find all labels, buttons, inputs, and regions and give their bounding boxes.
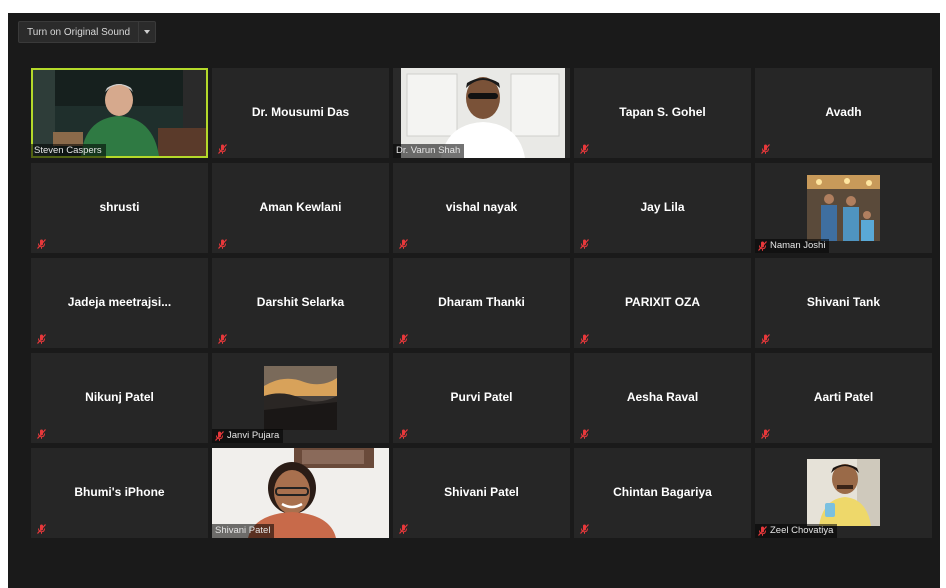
participant-tile[interactable]: Aman Kewlani: [212, 163, 389, 253]
participant-name: vishal nayak: [445, 200, 518, 214]
participant-name: Tapan S. Gohel: [619, 105, 706, 119]
muted-microphone-icon: [218, 334, 227, 344]
participant-tile[interactable]: Steven Caspers: [31, 68, 208, 158]
muted-microphone-icon: [37, 239, 46, 249]
participant-name: Darshit Selarka: [256, 295, 345, 309]
participant-tile[interactable]: Shivani Tank: [755, 258, 932, 348]
participant-name: shrusti: [99, 200, 140, 214]
participant-tile[interactable]: Nikunj Patel: [31, 353, 208, 443]
muted-microphone-icon: [761, 144, 770, 154]
participant-tile[interactable]: Tapan S. Gohel: [574, 68, 751, 158]
muted-microphone-icon: [580, 239, 589, 249]
muted-microphone-icon: [399, 334, 408, 344]
participant-tile[interactable]: Naman Joshi: [755, 163, 932, 253]
participant-tile[interactable]: Aarti Patel: [755, 353, 932, 443]
participant-tile[interactable]: Dr. Mousumi Das: [212, 68, 389, 158]
participant-name: Steven Caspers: [34, 145, 102, 156]
participant-name: Avadh: [825, 105, 862, 119]
participant-name: Purvi Patel: [450, 390, 513, 404]
participant-tile[interactable]: Zeel Chovatiya: [755, 448, 932, 538]
muted-microphone-icon: [758, 526, 767, 536]
participant-name-label: Steven Caspers: [31, 144, 106, 158]
participant-tile[interactable]: Bhumi's iPhone: [31, 448, 208, 538]
participant-name-label: Dr. Varun Shah: [393, 144, 465, 158]
chevron-down-icon[interactable]: [138, 22, 155, 42]
participant-name: Chintan Bagariya: [613, 485, 712, 499]
participant-tile[interactable]: Dr. Varun Shah: [393, 68, 570, 158]
participant-name: Dharam Thanki: [438, 295, 525, 309]
muted-microphone-icon: [761, 429, 770, 439]
participant-name-label: Naman Joshi: [755, 239, 830, 253]
participant-tile[interactable]: Janvi Pujara: [212, 353, 389, 443]
profile-photo: [264, 366, 337, 430]
participant-tile[interactable]: PARIXIT OZA: [574, 258, 751, 348]
zoom-meeting-window: Turn on Original Sound Steven Caspers Dr…: [8, 13, 940, 588]
muted-microphone-icon: [218, 144, 227, 154]
participant-name: Shivani Patel: [215, 525, 271, 536]
muted-microphone-icon: [580, 334, 589, 344]
participant-tile[interactable]: Jay Lila: [574, 163, 751, 253]
participant-name-label: Shivani Patel: [212, 524, 275, 538]
participant-name: PARIXIT OZA: [624, 295, 701, 309]
muted-microphone-icon: [758, 241, 767, 251]
participant-name: Dr. Mousumi Das: [251, 105, 350, 119]
participant-name: Naman Joshi: [770, 240, 826, 251]
participant-name: Aesha Raval: [626, 390, 699, 404]
participant-tile[interactable]: Dharam Thanki: [393, 258, 570, 348]
muted-microphone-icon: [37, 524, 46, 534]
participant-name: Jay Lila: [640, 200, 685, 214]
participant-name: Nikunj Patel: [85, 390, 154, 404]
original-sound-label: Turn on Original Sound: [27, 26, 131, 38]
participant-tile[interactable]: Darshit Selarka: [212, 258, 389, 348]
participant-name: Shivani Patel: [444, 485, 519, 499]
participant-name: Janvi Pujara: [227, 430, 280, 441]
participant-tile[interactable]: Shivani Patel: [393, 448, 570, 538]
participant-tile[interactable]: Jadeja meetrajsi...: [31, 258, 208, 348]
muted-microphone-icon: [580, 524, 589, 534]
muted-microphone-icon: [399, 524, 408, 534]
muted-microphone-icon: [215, 431, 224, 441]
participant-name: Zeel Chovatiya: [770, 525, 834, 536]
participant-name: Bhumi's iPhone: [74, 485, 165, 499]
muted-microphone-icon: [399, 429, 408, 439]
muted-microphone-icon: [37, 334, 46, 344]
participant-tile[interactable]: Aesha Raval: [574, 353, 751, 443]
participant-name-label: Zeel Chovatiya: [755, 524, 838, 538]
muted-microphone-icon: [37, 429, 46, 439]
muted-microphone-icon: [580, 429, 589, 439]
participant-name-label: Janvi Pujara: [212, 429, 284, 443]
participant-tile[interactable]: Purvi Patel: [393, 353, 570, 443]
profile-photo: [807, 459, 880, 526]
participant-tile[interactable]: vishal nayak: [393, 163, 570, 253]
participant-name: Shivani Tank: [806, 295, 881, 309]
muted-microphone-icon: [218, 239, 227, 249]
muted-microphone-icon: [399, 239, 408, 249]
participant-tile[interactable]: Avadh: [755, 68, 932, 158]
participant-name: Aman Kewlani: [259, 200, 342, 214]
participant-tile[interactable]: Chintan Bagariya: [574, 448, 751, 538]
participant-name: Dr. Varun Shah: [396, 145, 461, 156]
profile-photo: [807, 175, 880, 241]
participant-name: Aarti Patel: [813, 390, 874, 404]
muted-microphone-icon: [761, 334, 770, 344]
participant-name: Jadeja meetrajsi...: [67, 295, 172, 309]
participant-tile[interactable]: shrusti: [31, 163, 208, 253]
muted-microphone-icon: [580, 144, 589, 154]
participant-tile[interactable]: Shivani Patel: [212, 448, 389, 538]
original-sound-button[interactable]: Turn on Original Sound: [18, 21, 157, 43]
gallery-grid: Steven Caspers Dr. Mousumi Das Dr. Varun…: [31, 68, 934, 538]
